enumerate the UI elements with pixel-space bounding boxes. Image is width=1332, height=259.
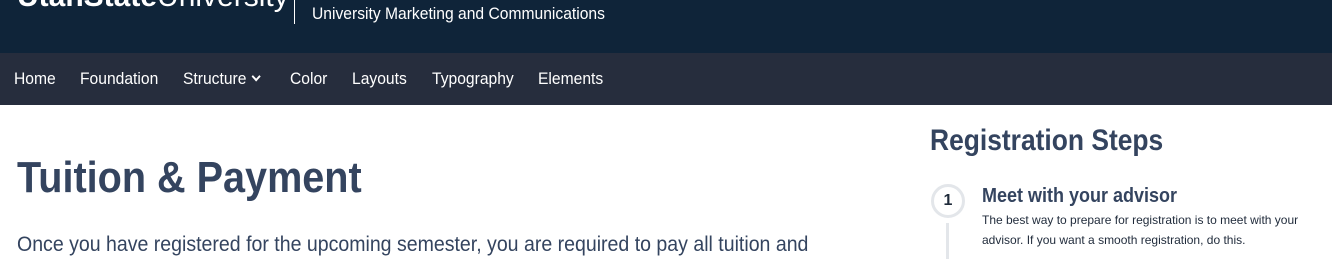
logo-text-bold: UtahState <box>17 0 157 13</box>
logo-text-light: University <box>157 0 289 13</box>
nav-item-typography[interactable]: Typography <box>432 69 514 89</box>
nav-item-color[interactable]: Color <box>290 69 327 89</box>
page-title: Tuition & Payment <box>17 153 362 202</box>
intro-paragraph: Once you have registered for the upcomin… <box>17 233 809 256</box>
nav-item-structure-label: Structure <box>183 69 247 88</box>
step-connector-line <box>946 223 949 259</box>
nav-item-structure[interactable]: Structure <box>183 69 261 89</box>
nav-item-foundation[interactable]: Foundation <box>80 69 158 89</box>
nav-item-layouts[interactable]: Layouts <box>352 69 407 89</box>
main-navigation: Home Foundation Structure Color Layouts … <box>0 53 1332 105</box>
nav-item-elements[interactable]: Elements <box>538 69 603 89</box>
university-logo[interactable]: UtahStateUniversity <box>17 0 289 12</box>
top-header-bar: UtahStateUniversity University Marketing… <box>0 0 1332 53</box>
step-title: Meet with your advisor <box>982 185 1178 207</box>
header-divider <box>294 0 295 24</box>
nav-item-home[interactable]: Home <box>14 69 56 89</box>
step-number-badge: 1 <box>931 184 965 218</box>
sidebar-title: Registration Steps <box>930 124 1164 157</box>
chevron-down-icon <box>251 71 261 82</box>
step-description: The best way to prepare for registration… <box>982 213 1299 247</box>
department-name[interactable]: University Marketing and Communications <box>312 4 605 24</box>
